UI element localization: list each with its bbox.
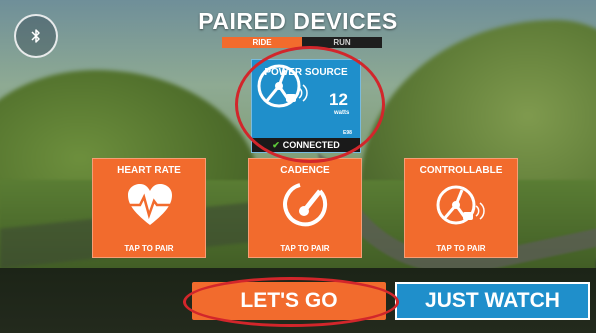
cadence-icon — [283, 183, 328, 227]
connection-status-label: CONNECTED — [282, 140, 340, 150]
heart-rate-icon — [128, 184, 172, 225]
just-watch-button[interactable]: JUST WATCH — [395, 282, 590, 320]
controllable-trainer-icon — [436, 185, 485, 225]
connection-status: ✔ CONNECTED — [252, 138, 360, 152]
power-device-id: E98 — [343, 130, 352, 136]
lets-go-button[interactable]: LET'S GO — [192, 282, 386, 320]
tab-run[interactable]: RUN — [302, 37, 382, 48]
cadence-title: CADENCE — [280, 165, 330, 176]
check-icon: ✔ — [272, 140, 280, 150]
heart-rate-title: HEART RATE — [117, 165, 181, 176]
bluetooth-icon — [31, 29, 40, 43]
power-unit: watts — [334, 110, 350, 116]
tab-ride[interactable]: RIDE — [222, 37, 302, 48]
heart-rate-tile[interactable]: HEART RATE TAP TO PAIR — [92, 158, 206, 258]
page-title: PAIRED DEVICES — [198, 8, 398, 34]
controllable-pair-label: TAP TO PAIR — [436, 244, 486, 253]
bluetooth-button[interactable] — [14, 14, 58, 58]
controllable-title: CONTROLLABLE — [419, 165, 503, 176]
power-source-tile[interactable]: POWER SOURCE 12 watts E98 ✔ CONNECTED — [251, 59, 361, 153]
heart-rate-pair-label: TAP TO PAIR — [124, 244, 174, 253]
paired-devices-screen: PAIRED DEVICES RIDE RUN POWER SOURCE 12 … — [0, 0, 596, 333]
controllable-tile[interactable]: CONTROLLABLE TAP TO PAIR — [404, 158, 518, 258]
cadence-pair-label: TAP TO PAIR — [280, 244, 330, 253]
power-value: 12 — [329, 90, 348, 109]
sport-tabs: RIDE RUN — [222, 37, 382, 48]
cadence-tile[interactable]: CADENCE TAP TO PAIR — [248, 158, 362, 258]
power-source-title: POWER SOURCE — [264, 67, 348, 78]
